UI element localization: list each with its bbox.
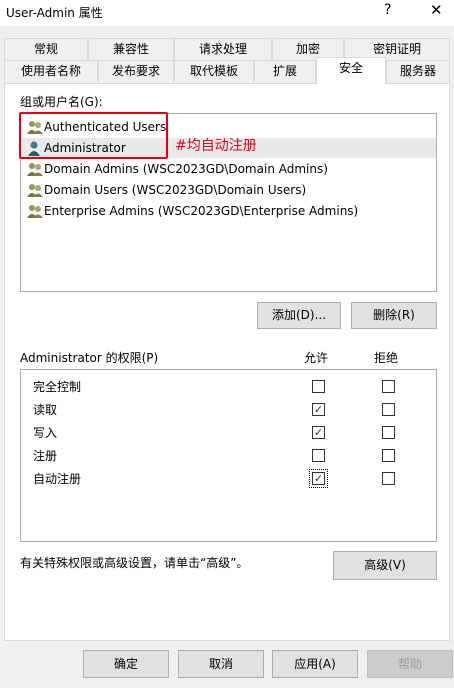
user-name: Domain Admins (WSC2023GD\Domain Admins): [44, 162, 328, 176]
help-button[interactable]: 帮助: [367, 650, 453, 678]
allow-checkbox[interactable]: [312, 449, 325, 462]
tab-general[interactable]: 常规: [4, 38, 88, 60]
permission-name: 完全控制: [33, 380, 82, 394]
user-name: Enterprise Admins (WSC2023GD\Enterprise …: [44, 204, 359, 218]
deny-checkbox[interactable]: [382, 472, 395, 485]
deny-checkbox[interactable]: [382, 426, 395, 439]
advanced-button[interactable]: 高级(V): [333, 551, 437, 580]
permission-name: 写入: [33, 426, 58, 440]
deny-checkbox[interactable]: [382, 449, 395, 462]
tab-security[interactable]: 安全: [316, 57, 386, 84]
add-button[interactable]: 添加(D)...: [257, 302, 341, 329]
cancel-button[interactable]: 取消: [178, 650, 264, 678]
tab-request-handling[interactable]: 请求处理: [174, 38, 272, 60]
group-icon: [27, 163, 43, 176]
apply-button[interactable]: 应用(A): [272, 650, 358, 678]
deny-checkbox[interactable]: [382, 403, 395, 416]
allow-header: 允许: [304, 351, 329, 365]
groups-label: 组或用户名(G):: [20, 95, 103, 109]
permissions-label: Administrator 的权限(P): [20, 351, 159, 365]
allow-checkbox-checked[interactable]: ✓: [312, 472, 325, 485]
permission-row-enroll: 注册: [21, 443, 436, 466]
close-icon[interactable]: ✕: [430, 1, 443, 19]
permission-row-full-control: 完全控制: [21, 374, 436, 397]
tab-superseded-templates[interactable]: 取代模板: [174, 60, 254, 82]
permission-row-read: 读取 ✓: [21, 397, 436, 420]
tab-server[interactable]: 服务器: [386, 60, 450, 82]
ok-button[interactable]: 确定: [83, 650, 169, 678]
permission-row-autoenroll: 自动注册 ✓: [21, 466, 436, 489]
special-permissions-note: 有关特殊权限或高级设置，请单击“高级”。: [20, 556, 249, 570]
tab-compatibility[interactable]: 兼容性: [88, 38, 174, 60]
permission-name: 注册: [33, 449, 58, 463]
permission-row-write: 写入 ✓: [21, 420, 436, 443]
allow-checkbox-checked[interactable]: ✓: [312, 426, 325, 439]
group-icon: [27, 184, 43, 197]
tab-subject-name[interactable]: 使用者名称: [4, 60, 98, 82]
remove-button[interactable]: 删除(R): [351, 302, 437, 329]
tab-extensions[interactable]: 扩展: [254, 60, 316, 82]
allow-checkbox[interactable]: [312, 380, 325, 393]
user-name: Domain Users (WSC2023GD\Domain Users): [44, 183, 307, 197]
annotation-text: #均自动注册: [175, 138, 257, 154]
window-title: User-Admin 属性: [6, 6, 103, 20]
group-icon: [27, 205, 43, 218]
annotation-highlight-box: [19, 112, 168, 159]
deny-checkbox[interactable]: [382, 380, 395, 393]
permission-name: 读取: [33, 403, 58, 417]
list-item[interactable]: Enterprise Admins (WSC2023GD\Enterprise …: [22, 201, 436, 221]
list-item[interactable]: Domain Admins (WSC2023GD\Domain Admins): [22, 159, 436, 179]
help-icon[interactable]: ?: [384, 2, 391, 18]
deny-header: 拒绝: [374, 351, 399, 365]
tab-issuance-requirements[interactable]: 发布要求: [98, 60, 174, 82]
permission-name: 自动注册: [33, 472, 82, 486]
allow-checkbox-checked[interactable]: ✓: [312, 403, 325, 416]
list-item[interactable]: Domain Users (WSC2023GD\Domain Users): [22, 180, 436, 200]
permissions-list: 完全控制 读取 ✓ 写入 ✓ 注册 自动注册 ✓: [20, 369, 437, 542]
